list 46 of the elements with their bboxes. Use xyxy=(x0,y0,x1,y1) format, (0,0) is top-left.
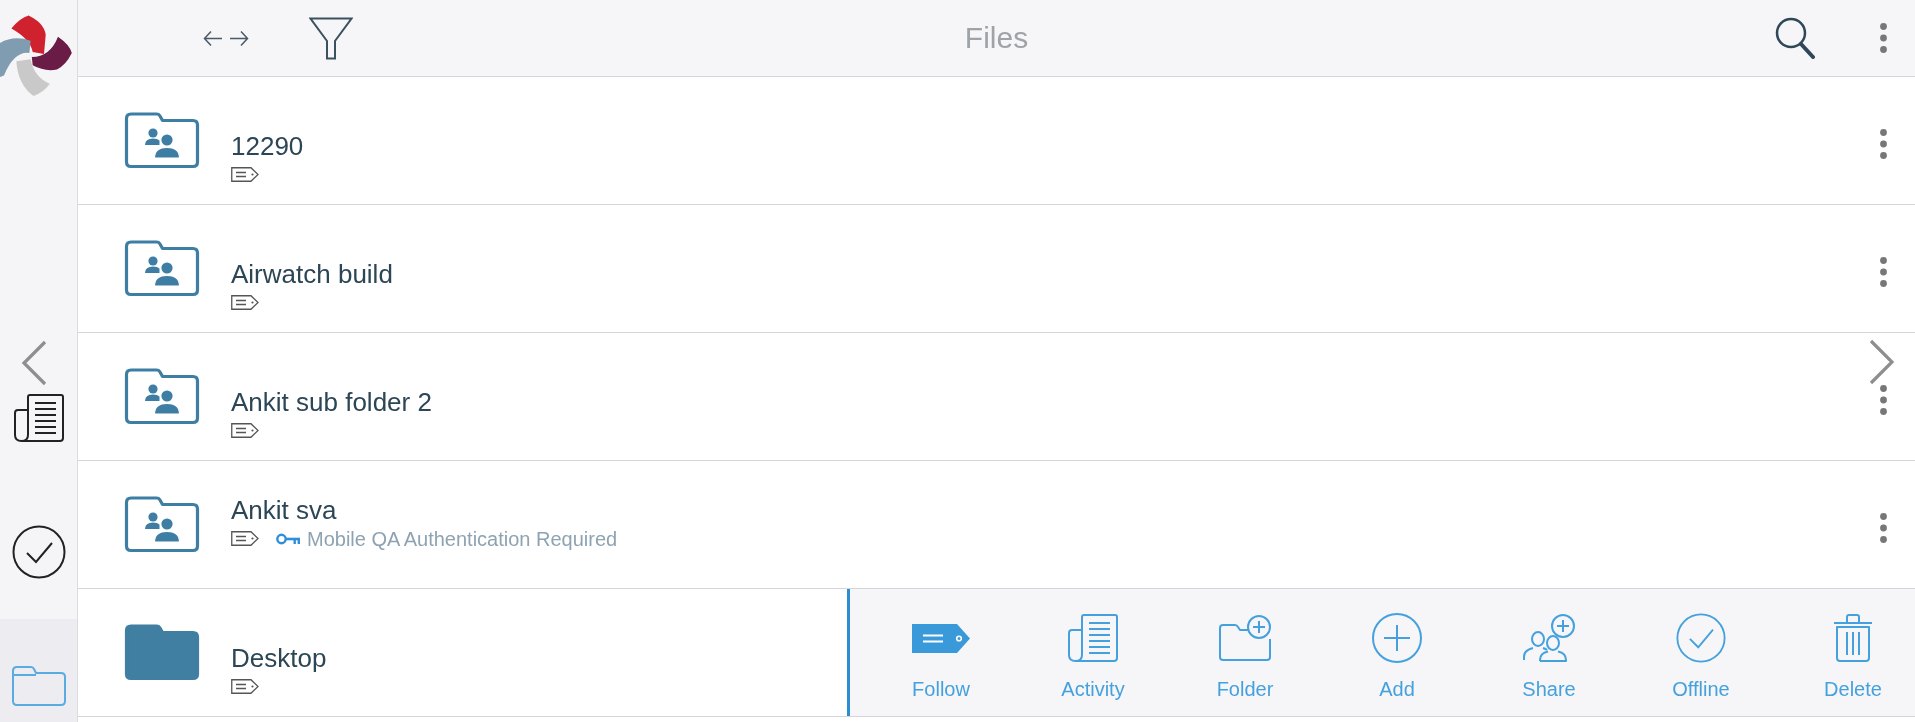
folder-name[interactable]: Desktop xyxy=(231,642,327,673)
filter-icon[interactable] xyxy=(309,16,353,60)
action-button[interactable]: Folder xyxy=(1200,613,1290,701)
shared-folder-icon xyxy=(124,368,200,425)
tag-icon xyxy=(912,623,970,653)
folder-name[interactable]: Ankit sva xyxy=(231,494,337,525)
action-button[interactable]: Follow xyxy=(896,613,986,701)
more-options-icon[interactable] xyxy=(1880,128,1887,159)
tag-icon xyxy=(231,167,259,182)
folder-plus-icon xyxy=(1218,614,1272,662)
tag-icon xyxy=(231,295,259,310)
tag-icon xyxy=(231,423,259,438)
action-button[interactable]: Add xyxy=(1352,613,1442,701)
action-button[interactable]: Activity xyxy=(1048,613,1138,701)
shared-folder-icon xyxy=(124,112,200,169)
left-right-arrows-icon[interactable] xyxy=(203,29,249,47)
trash-icon xyxy=(1833,613,1873,663)
check-circle-icon xyxy=(11,525,66,579)
newspaper-icon xyxy=(1067,613,1119,663)
more-options-icon[interactable] xyxy=(1880,256,1887,287)
search-icon[interactable] xyxy=(1775,17,1816,59)
folder-name[interactable]: 12290 xyxy=(231,130,304,161)
folder-name[interactable]: Ankit sub folder 2 xyxy=(231,386,432,417)
plus-circle-icon xyxy=(1372,613,1422,663)
more-options-icon[interactable] xyxy=(1880,384,1887,415)
folder-name[interactable]: Airwatch build xyxy=(231,258,393,289)
action-button[interactable]: Delete xyxy=(1808,613,1898,701)
key-icon xyxy=(276,532,300,545)
chevron-right-icon[interactable] xyxy=(1869,339,1895,385)
pinwheel-logo-icon xyxy=(0,15,72,97)
page-title: Files xyxy=(964,20,1029,56)
shared-folder-icon xyxy=(124,240,200,297)
auth-status-text: Mobile QA Authentication Required xyxy=(307,527,618,550)
tag-icon xyxy=(231,679,259,694)
more-options-icon[interactable] xyxy=(1880,23,1887,53)
people-plus-icon xyxy=(1522,614,1576,662)
action-button[interactable]: Share xyxy=(1504,613,1594,701)
action-button[interactable]: Offline xyxy=(1656,613,1746,701)
folder-icon xyxy=(124,624,200,681)
chevron-left-icon[interactable] xyxy=(21,340,47,386)
more-options-icon[interactable] xyxy=(1880,512,1887,543)
check-circle-icon xyxy=(1676,613,1726,663)
newspaper-icon xyxy=(12,393,65,443)
shared-folder-icon xyxy=(124,496,200,553)
tag-icon xyxy=(231,531,259,546)
folder-icon xyxy=(10,665,67,707)
